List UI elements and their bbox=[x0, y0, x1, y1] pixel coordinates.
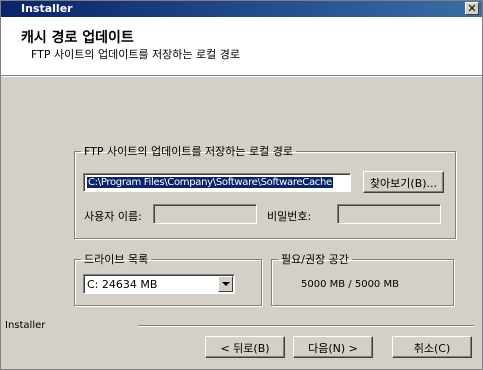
close-icon[interactable]: ✕ bbox=[465, 2, 479, 15]
header-divider bbox=[1, 75, 482, 77]
header-panel: 캐시 경로 업데이트 FTP 사이트의 업데이트를 저장하는 로컬 경로 bbox=[1, 17, 482, 75]
installer-window: Installer ✕ 캐시 경로 업데이트 FTP 사이트의 업데이트를 저장… bbox=[0, 0, 483, 370]
drive-list-group-label: 드라이브 목록 bbox=[84, 253, 149, 266]
required-space-group-label: 필요/권장 공간 bbox=[281, 253, 349, 266]
chevron-down-icon[interactable] bbox=[218, 276, 233, 292]
cache-path-input[interactable]: C:\Program Files\Company\Software\Softwa… bbox=[83, 173, 351, 192]
next-button-label: 다음(N) > bbox=[308, 342, 358, 355]
cancel-button-label: 취소(C) bbox=[413, 342, 451, 355]
page-title: 캐시 경로 업데이트 bbox=[21, 30, 134, 46]
password-label: 비밀번호: bbox=[267, 210, 312, 223]
username-input[interactable] bbox=[153, 204, 257, 224]
drive-select-value: C: 24634 MB bbox=[87, 278, 158, 291]
browse-button-label: 찾아보기(B)... bbox=[369, 177, 438, 190]
footer-divider bbox=[138, 325, 474, 327]
ftp-path-group-label: FTP 사이트의 업데이트를 저장하는 로컬 경로 bbox=[84, 145, 294, 158]
username-label: 사용자 이름: bbox=[84, 210, 142, 223]
back-button-label: < 뒤로(B) bbox=[220, 342, 270, 355]
drive-select[interactable]: C: 24634 MB bbox=[83, 274, 235, 294]
required-space-value: 5000 MB / 5000 MB bbox=[301, 279, 399, 290]
next-button[interactable]: 다음(N) > bbox=[293, 336, 373, 358]
cache-path-value: C:\Program Files\Company\Software\Softwa… bbox=[87, 177, 333, 188]
title-bar[interactable]: Installer ✕ bbox=[1, 1, 482, 17]
browse-button[interactable]: 찾아보기(B)... bbox=[363, 171, 444, 193]
back-button[interactable]: < 뒤로(B) bbox=[205, 336, 285, 358]
window-title: Installer bbox=[21, 2, 73, 15]
cancel-button[interactable]: 취소(C) bbox=[392, 336, 472, 358]
password-input[interactable] bbox=[337, 204, 441, 224]
page-subtitle: FTP 사이트의 업데이트를 저장하는 로컬 경로 bbox=[31, 48, 241, 61]
footer-brand: Installer bbox=[5, 320, 46, 331]
